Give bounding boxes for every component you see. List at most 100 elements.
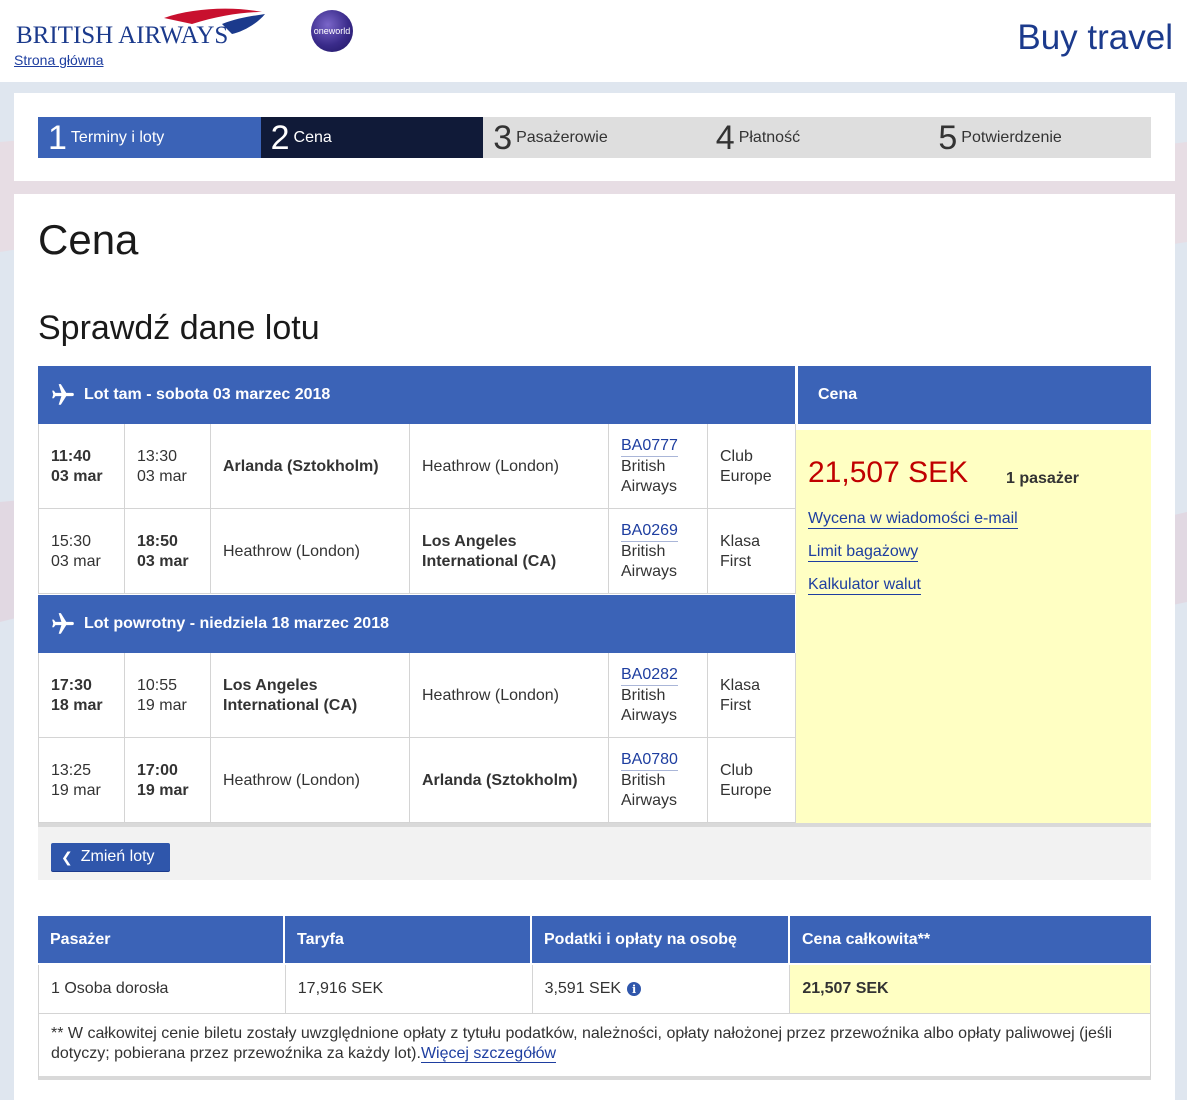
departure-cell: 13:25 19 mar	[39, 738, 125, 823]
footnote-text: ** W całkowitej cenie biletu zostały uwz…	[51, 1025, 1113, 1062]
plane-icon	[50, 611, 76, 637]
total-amount: 21,507 SEK	[790, 965, 1151, 1013]
col-header-fare: Taryfa	[285, 916, 532, 963]
arrival-cell: 13:30 03 mar	[125, 424, 211, 509]
flight-info: BA0777 British Airways	[609, 424, 708, 509]
cabin-class: Club Europe	[708, 738, 796, 823]
fare-footnote: ** W całkowitej cenie biletu zostały uwz…	[38, 1014, 1151, 1080]
flight-info: BA0780 British Airways	[609, 738, 708, 823]
flight-number-link[interactable]: BA0777	[621, 436, 678, 457]
top-header: BRITISH AIRWAYS Strona główna oneworld B…	[0, 0, 1187, 82]
change-flights-bar: ❮ Zmień loty	[38, 823, 1151, 880]
fare-amount: 17,916 SEK	[286, 965, 533, 1013]
step-label: Potwierdzenie	[961, 128, 1062, 146]
departure-time: 13:25	[51, 761, 92, 779]
step-number: 4	[715, 118, 735, 157]
more-details-link[interactable]: Więcej szczegółów	[420, 1045, 557, 1063]
cabin-class: Club Europe	[708, 424, 796, 509]
departure-date: 03 mar	[51, 467, 103, 485]
col-header-passenger: Pasażer	[38, 916, 285, 963]
outbound-title: Lot tam - sobota 03 marzec 2018	[84, 386, 331, 403]
departure-cell: 11:40 03 mar	[39, 424, 125, 509]
booking-steps-panel: 1 Terminy i loty 2 Cena 3 Pasażerowie 4 …	[14, 93, 1175, 181]
price-header: Cena	[796, 366, 1151, 424]
passenger-type: 1 Osoba dorosła	[39, 965, 286, 1013]
origin-airport: Heathrow (London)	[211, 509, 410, 594]
price-summary: 21,507 SEK 1 pasażer Wycena w wiadomości…	[796, 430, 1151, 823]
taxes-amount: 3,591 SEK	[544, 980, 622, 997]
step-passengers: 3 Pasażerowie	[483, 117, 706, 158]
baggage-allowance-link[interactable]: Limit bagażowy	[808, 543, 919, 562]
departure-time: 15:30	[51, 532, 92, 550]
departure-time: 17:30	[51, 676, 92, 694]
inbound-header: Lot powrotny - niedziela 18 marzec 2018	[38, 595, 795, 653]
cabin-class: Klasa First	[708, 509, 796, 594]
destination-airport: Heathrow (London)	[410, 424, 609, 509]
fare-table-row: 1 Osoba dorosła 17,916 SEK 3,591 SEK i 2…	[38, 965, 1151, 1014]
home-link[interactable]: Strona główna	[14, 52, 104, 68]
taxes-cell: 3,591 SEK i	[533, 965, 791, 1013]
destination-airport: Los Angeles International (CA)	[410, 509, 609, 594]
page-title: Cena	[38, 216, 139, 263]
carrier-name: British Airways	[621, 458, 678, 495]
step-confirmation: 5 Potwierdzenie	[928, 117, 1151, 158]
flight-row-outbound-1: 11:40 03 mar 13:30 03 mar Arlanda (Sztok…	[38, 424, 796, 509]
change-flights-label: Zmień loty	[80, 848, 155, 865]
step-number: 3	[493, 118, 513, 157]
step-label: Pasażerowie	[516, 128, 608, 146]
flight-row-outbound-2: 15:30 03 mar 18:50 03 mar Heathrow (Lond…	[38, 509, 796, 594]
arrival-date: 03 mar	[137, 552, 189, 570]
carrier-name: British Airways	[621, 772, 678, 809]
carrier-name: British Airways	[621, 543, 678, 580]
step-label: Płatność	[738, 128, 801, 146]
origin-airport: Arlanda (Sztokholm)	[211, 424, 410, 509]
step-number: 1	[48, 118, 67, 157]
step-payment: 4 Płatność	[705, 117, 929, 158]
flight-row-inbound-1: 17:30 18 mar 10:55 19 mar Los Angeles In…	[38, 653, 796, 738]
step-price: 2 Cena	[260, 117, 484, 158]
arrival-time: 17:00	[137, 761, 178, 779]
oneworld-label: oneworld	[313, 26, 351, 36]
arrival-cell: 10:55 19 mar	[125, 653, 211, 738]
booking-steps: 1 Terminy i loty 2 Cena 3 Pasażerowie 4 …	[38, 117, 1151, 158]
fare-breakdown-table: Pasażer Taryfa Podatki i opłaty na osobę…	[38, 916, 1151, 1080]
speedmarque-icon	[164, 8, 265, 34]
arrival-cell: 18:50 03 mar	[125, 509, 211, 594]
step-dates-and-flights[interactable]: 1 Terminy i loty	[38, 117, 261, 158]
arrival-date: 19 mar	[137, 781, 189, 799]
arrival-cell: 17:00 19 mar	[125, 738, 211, 823]
step-label: Cena	[293, 128, 332, 146]
destination-airport: Heathrow (London)	[410, 653, 609, 738]
passenger-count: 1 pasażer	[1006, 470, 1079, 487]
flight-number-link[interactable]: BA0282	[621, 665, 678, 686]
carrier-name: British Airways	[621, 687, 678, 724]
col-header-total: Cena całkowita**	[790, 916, 1151, 963]
arrival-time: 18:50	[137, 532, 178, 550]
step-number: 2	[270, 118, 290, 157]
email-quote-link[interactable]: Wycena w wiadomości e-mail	[808, 510, 1018, 529]
flight-info: BA0269 British Airways	[609, 509, 708, 594]
info-icon[interactable]: i	[627, 982, 642, 996]
fare-table-header: Pasażer Taryfa Podatki i opłaty na osobę…	[38, 916, 1151, 963]
flight-number-link[interactable]: BA0269	[621, 521, 678, 542]
main-panel: Cena Sprawdź dane lotu Lot tam - sobota …	[14, 194, 1175, 1100]
flight-row-inbound-2: 13:25 19 mar 17:00 19 mar Heathrow (Lond…	[38, 738, 796, 823]
destination-airport: Arlanda (Sztokholm)	[410, 738, 609, 823]
step-label: Terminy i loty	[70, 128, 165, 146]
outbound-header: Lot tam - sobota 03 marzec 2018	[38, 366, 795, 424]
departure-date: 03 mar	[51, 552, 101, 570]
currency-converter-link[interactable]: Kalkulator walut	[808, 576, 921, 595]
flight-number-link[interactable]: BA0780	[621, 750, 678, 771]
departure-cell: 15:30 03 mar	[39, 509, 125, 594]
section-title: Sprawdź dane lotu	[38, 309, 320, 347]
arrival-time: 10:55	[137, 676, 178, 694]
chevron-left-icon: ❮	[61, 848, 73, 865]
col-header-taxes: Podatki i opłaty na osobę	[532, 916, 790, 963]
departure-time: 11:40	[51, 447, 92, 465]
inbound-title: Lot powrotny - niedziela 18 marzec 2018	[84, 615, 389, 632]
origin-airport: Heathrow (London)	[211, 738, 410, 823]
arrival-date: 03 mar	[137, 467, 187, 485]
flight-info: BA0282 British Airways	[609, 653, 708, 738]
change-flights-button[interactable]: ❮ Zmień loty	[51, 843, 170, 871]
site-title: Buy travel	[1017, 18, 1173, 57]
